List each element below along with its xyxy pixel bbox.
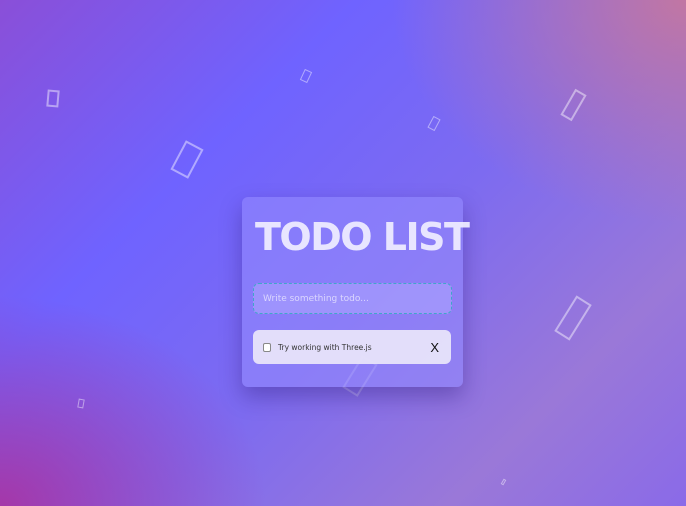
decorative-diamond-shape [560, 88, 587, 122]
decorative-diamond-shape [299, 68, 313, 84]
delete-todo-button[interactable]: X [430, 341, 439, 354]
decorative-diamond-shape [500, 478, 507, 486]
page-title: TODO LIST [255, 215, 470, 259]
todo-card: TODO LIST Try working with Three.js X [242, 197, 470, 387]
decorative-diamond-shape [170, 140, 204, 179]
todo-list-item: Try working with Three.js X [253, 330, 451, 364]
todo-item-text: Try working with Three.js [278, 342, 372, 352]
decorative-diamond-shape [427, 115, 441, 132]
decorative-diamond-shape [77, 398, 85, 409]
todo-checkbox[interactable] [263, 342, 271, 352]
todo-input[interactable] [254, 284, 451, 313]
todo-input-wrapper [253, 283, 452, 314]
decorative-diamond-shape [46, 89, 60, 108]
decorative-diamond-shape [554, 295, 592, 341]
